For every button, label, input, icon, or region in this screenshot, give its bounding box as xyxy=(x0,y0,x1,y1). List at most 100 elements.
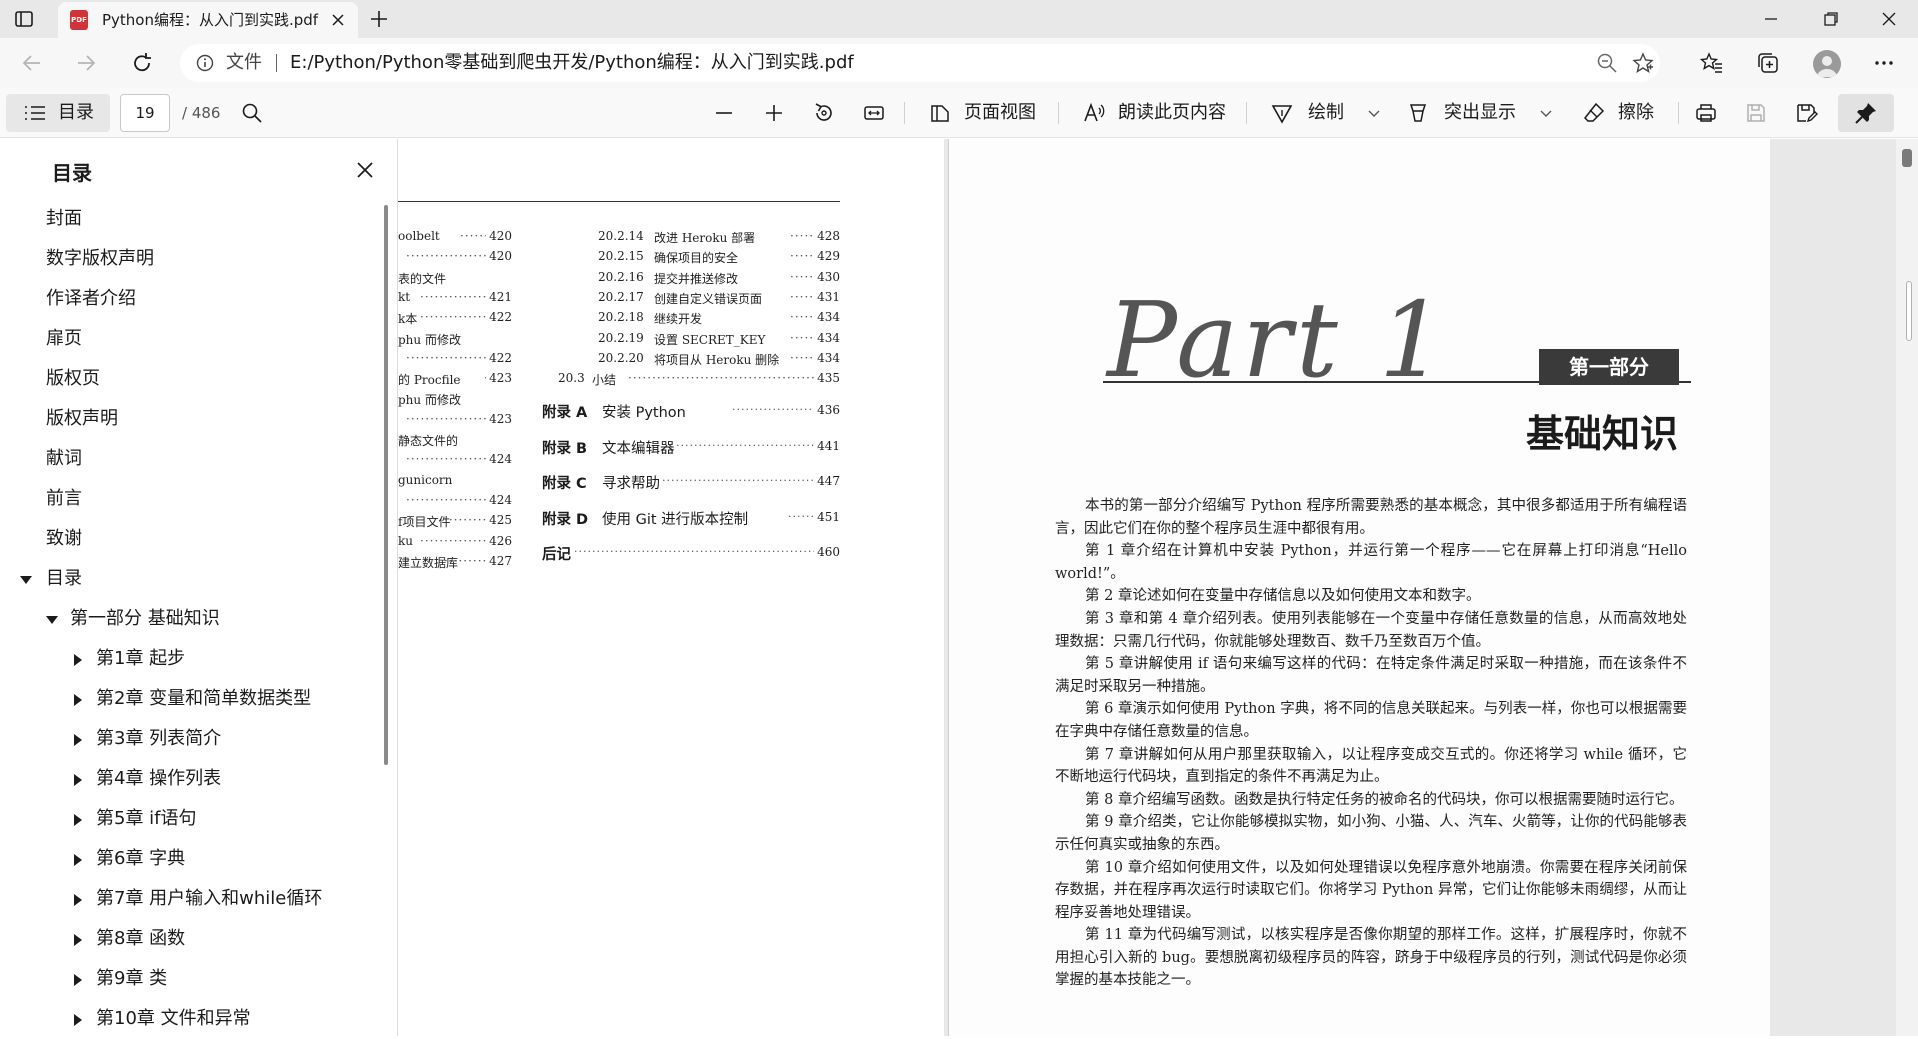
favorite-star-icon[interactable] xyxy=(1632,52,1654,74)
appendix-title: 寻求帮助 xyxy=(602,476,660,492)
workspaces-icon[interactable] xyxy=(14,9,34,29)
toc-entry-text: 将项目从 Heroku 删除 xyxy=(654,352,780,367)
back-icon[interactable] xyxy=(20,51,44,75)
favorites-icon[interactable] xyxy=(1700,51,1724,75)
highlight-label[interactable]: 突出显示 xyxy=(1444,88,1516,138)
appendix-number: 后记 xyxy=(542,547,571,563)
toc-item[interactable]: 数字版权声明 xyxy=(0,239,384,279)
chevron-right-icon[interactable] xyxy=(74,934,82,946)
toc-list: 封面 数字版权声明 作译者介绍 扉页 版权页 版权声明 献词 前言 致谢 目录 第一部分 基础知识第… xyxy=(0,199,384,1039)
page-number-input[interactable]: 19 xyxy=(120,94,170,132)
leader-dots: ········································… xyxy=(790,350,814,365)
page-view-icon[interactable] xyxy=(928,101,952,125)
toc-item[interactable]: 第6章 字典 xyxy=(0,839,384,879)
toc-item[interactable]: 第3章 列表简介 xyxy=(0,719,384,759)
close-tab-icon[interactable] xyxy=(328,10,348,30)
toc-entry-number: 20.2.19 xyxy=(598,330,644,345)
chevron-down-icon[interactable] xyxy=(46,616,58,624)
toc-entry-text: 继续开发 xyxy=(654,312,703,327)
chevron-right-icon[interactable] xyxy=(74,894,82,906)
read-aloud-icon[interactable] xyxy=(1082,101,1106,125)
chevron-right-icon[interactable] xyxy=(74,694,82,706)
toc-item-label: 第9章 类 xyxy=(96,968,168,989)
toc-item[interactable]: 第7章 用户输入和while循环 xyxy=(0,879,384,919)
toc-item[interactable]: 版权页 xyxy=(0,359,384,399)
site-info-icon[interactable] xyxy=(196,54,214,72)
toc-item[interactable]: 致谢 xyxy=(0,519,384,559)
zoom-in-icon[interactable] xyxy=(762,101,786,125)
close-icon[interactable] xyxy=(352,157,378,183)
search-icon[interactable] xyxy=(240,101,264,125)
toc-toggle-button[interactable]: 目录 xyxy=(6,94,110,132)
read-aloud-label[interactable]: 朗读此页内容 xyxy=(1118,88,1226,138)
toc-entry-text: oolbelt xyxy=(398,229,440,243)
chevron-right-icon[interactable] xyxy=(74,854,82,866)
toc-item[interactable]: 第9章 类 xyxy=(0,959,384,999)
zoom-out-icon[interactable] xyxy=(712,101,736,125)
toc-scrollbar[interactable] xyxy=(384,205,388,765)
toc-item[interactable]: 扉页 xyxy=(0,319,384,359)
vertical-scrollbar[interactable] xyxy=(1896,139,1918,1036)
draw-label[interactable]: 绘制 xyxy=(1308,88,1344,138)
refresh-icon[interactable] xyxy=(130,51,154,75)
pdf-file-icon: PDF xyxy=(70,10,88,30)
eraser-icon[interactable] xyxy=(1582,101,1606,125)
toc-entry: ku ··························426 xyxy=(398,534,512,548)
highlight-icon[interactable] xyxy=(1406,101,1430,125)
new-tab-icon[interactable] xyxy=(368,8,390,30)
chevron-down-icon[interactable] xyxy=(1362,101,1386,125)
chevron-down-icon[interactable] xyxy=(1534,101,1558,125)
toc-item[interactable]: 第10章 文件和异常 xyxy=(0,999,384,1039)
chevron-down-icon[interactable] xyxy=(20,576,32,584)
chevron-right-icon[interactable] xyxy=(74,774,82,786)
print-icon[interactable] xyxy=(1694,101,1718,125)
fit-page-icon[interactable] xyxy=(862,101,886,125)
draw-icon[interactable] xyxy=(1270,101,1294,125)
toc-item[interactable]: 目录 xyxy=(0,559,384,599)
minimize-icon[interactable] xyxy=(1760,8,1782,30)
toc-item-label: 版权声明 xyxy=(46,408,118,429)
chevron-right-icon[interactable] xyxy=(74,654,82,666)
chevron-right-icon[interactable] xyxy=(74,734,82,746)
erase-label[interactable]: 擦除 xyxy=(1618,88,1654,138)
toc-item-label: 目录 xyxy=(46,568,82,589)
active-tab[interactable]: PDF Python编程：从入门到实践.pdf xyxy=(58,2,358,38)
chevron-right-icon[interactable] xyxy=(74,814,82,826)
toc-item[interactable]: 第一部分 基础知识 xyxy=(0,599,384,639)
rotate-icon[interactable] xyxy=(812,101,836,125)
collections-icon[interactable] xyxy=(1756,51,1780,75)
toc-item-label: 第3章 列表简介 xyxy=(96,728,222,749)
chevron-right-icon[interactable] xyxy=(74,974,82,986)
leader-dots: ·························· xyxy=(460,229,486,243)
save-icon[interactable] xyxy=(1744,101,1768,125)
scrollbar-thumb[interactable] xyxy=(1902,149,1912,167)
part-intro-body: 本书的第一部分介绍编写 Python 程序所需要熟悉的基本概念，其中很多都适用于… xyxy=(1055,495,1687,992)
close-window-icon[interactable] xyxy=(1878,8,1900,30)
toc-item[interactable]: 作译者介绍 xyxy=(0,279,384,319)
toc-item[interactable]: 第1章 起步 xyxy=(0,639,384,679)
toc-item-label: 版权页 xyxy=(46,368,100,389)
zoom-out-icon[interactable] xyxy=(1596,52,1618,74)
toc-item[interactable]: 前言 xyxy=(0,479,384,519)
profile-avatar[interactable] xyxy=(1813,50,1841,78)
toc-item-label: 封面 xyxy=(46,208,82,229)
toc-item[interactable]: 第2章 变量和简单数据类型 xyxy=(0,679,384,719)
save-as-icon[interactable] xyxy=(1794,101,1818,125)
toc-entry: 表的文件 xyxy=(398,270,512,287)
appendix-number: 附录 B xyxy=(542,440,588,457)
toc-item[interactable]: 第4章 操作列表 xyxy=(0,759,384,799)
forward-icon[interactable] xyxy=(74,51,98,75)
url-text[interactable]: E:/Python/Python零基础到爬虫开发/Python编程：从入门到实践… xyxy=(290,44,854,82)
toc-item[interactable]: 版权声明 xyxy=(0,399,384,439)
toc-item[interactable]: 第8章 函数 xyxy=(0,919,384,959)
chevron-right-icon[interactable] xyxy=(74,1014,82,1026)
scroll-position-marker[interactable] xyxy=(1906,281,1912,341)
url-field[interactable]: 文件 E:/Python/Python零基础到爬虫开发/Python编程：从入门… xyxy=(180,44,1660,82)
more-options-icon[interactable] xyxy=(1872,51,1896,75)
toc-item[interactable]: 封面 xyxy=(0,199,384,239)
toc-item[interactable]: 第5章 if语句 xyxy=(0,799,384,839)
pin-toolbar-button[interactable] xyxy=(1838,94,1894,132)
page-view-label[interactable]: 页面视图 xyxy=(964,88,1036,138)
restore-icon[interactable] xyxy=(1820,8,1842,30)
toc-item[interactable]: 献词 xyxy=(0,439,384,479)
